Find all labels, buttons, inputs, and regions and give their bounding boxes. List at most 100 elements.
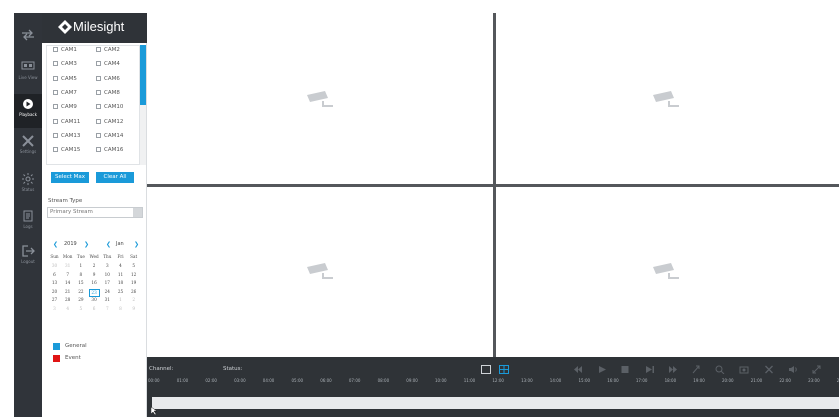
nav-settings[interactable]: Settings — [14, 131, 42, 165]
zoom-icon[interactable] — [715, 365, 725, 374]
calendar-day[interactable]: 17 — [102, 280, 113, 285]
calendar-day[interactable]: 21 — [62, 289, 73, 294]
camera-checkbox-item[interactable]: CAM14 — [96, 132, 123, 143]
camera-checkbox-item[interactable]: CAM3 — [53, 61, 77, 71]
fast-forward-icon[interactable] — [668, 365, 678, 374]
checkbox[interactable] — [96, 89, 101, 95]
camera-checkbox-item[interactable]: CAM1 — [53, 47, 77, 57]
calendar-day[interactable]: 12 — [128, 272, 139, 277]
volume-icon[interactable] — [788, 365, 798, 374]
calendar-day[interactable]: 3 — [49, 306, 60, 311]
close-icon[interactable] — [764, 365, 774, 374]
single-layout-icon[interactable] — [481, 365, 491, 374]
fullscreen-icon[interactable] — [812, 365, 822, 374]
nav-logout[interactable]: Logout — [14, 241, 42, 275]
calendar-day[interactable]: 26 — [128, 289, 139, 294]
checkbox[interactable] — [53, 118, 58, 124]
calendar-day[interactable]: 31 — [62, 263, 73, 268]
calendar-day[interactable]: 3 — [102, 263, 113, 268]
camera-checkbox-item[interactable]: CAM12 — [96, 118, 123, 129]
calendar-day[interactable]: 7 — [62, 272, 73, 277]
video-window[interactable] — [496, 187, 839, 357]
camera-checkbox-item[interactable]: CAM13 — [53, 132, 80, 143]
calendar-day[interactable]: 22 — [75, 289, 86, 294]
prev-month-button[interactable]: ❮ — [106, 241, 111, 248]
camera-checkbox-item[interactable]: CAM7 — [53, 89, 77, 100]
video-window[interactable] — [147, 13, 493, 184]
calendar-day[interactable]: 23 — [88, 288, 100, 297]
checkbox[interactable] — [96, 132, 101, 138]
calendar-day[interactable]: 27 — [49, 297, 60, 302]
scrollbar-thumb[interactable] — [140, 45, 146, 105]
camera-checkbox-item[interactable]: CAM5 — [53, 75, 77, 86]
checkbox[interactable] — [96, 61, 101, 67]
nav-live-view[interactable]: Live View — [14, 57, 42, 91]
calendar-day[interactable]: 6 — [89, 306, 100, 311]
checkbox[interactable] — [96, 118, 101, 124]
camera-checkbox-item[interactable]: CAM4 — [96, 61, 120, 71]
switch-layout-button[interactable] — [14, 25, 42, 59]
next-year-button[interactable]: ❯ — [84, 241, 89, 248]
nav-logs[interactable]: Logs — [14, 206, 42, 240]
calendar-day[interactable]: 2 — [89, 263, 100, 268]
calendar-day[interactable]: 1 — [75, 263, 86, 268]
calendar-day[interactable]: 9 — [128, 306, 139, 311]
calendar-day[interactable]: 13 — [49, 280, 60, 285]
calendar-day[interactable]: 11 — [115, 272, 126, 277]
checkbox[interactable] — [53, 47, 58, 52]
checkbox[interactable] — [53, 104, 58, 110]
calendar-day[interactable]: 18 — [115, 280, 126, 285]
calendar-day[interactable]: 10 — [102, 272, 113, 277]
calendar-day[interactable]: 1 — [115, 297, 126, 302]
nav-status[interactable]: Status — [14, 169, 42, 203]
rewind-icon[interactable] — [573, 365, 583, 374]
calendar-day[interactable]: 5 — [75, 306, 86, 311]
camera-checkbox-item[interactable]: CAM16 — [96, 147, 123, 157]
timeline-track[interactable] — [152, 397, 839, 409]
video-window[interactable] — [496, 13, 839, 184]
camera-checkbox-item[interactable]: CAM9 — [53, 104, 77, 114]
checkbox[interactable] — [96, 147, 101, 153]
calendar-day[interactable]: 8 — [75, 272, 86, 277]
clip-icon[interactable] — [691, 365, 701, 374]
calendar-day[interactable]: 2 — [128, 297, 139, 302]
calendar-day[interactable]: 14 — [62, 280, 73, 285]
camera-checkbox-item[interactable]: CAM15 — [53, 147, 80, 157]
calendar-day[interactable]: 4 — [62, 306, 73, 311]
camera-checkbox-item[interactable]: CAM10 — [96, 104, 123, 114]
camera-checkbox-item[interactable]: CAM8 — [96, 89, 120, 100]
calendar-day[interactable]: 15 — [75, 280, 86, 285]
calendar-day[interactable]: 28 — [62, 297, 73, 302]
calendar-day[interactable]: 7 — [102, 306, 113, 311]
next-month-button[interactable]: ❯ — [134, 241, 139, 248]
prev-year-button[interactable]: ❮ — [53, 241, 58, 248]
calendar-day[interactable]: 30 — [89, 297, 100, 302]
checkbox[interactable] — [53, 75, 58, 81]
calendar-day[interactable]: 24 — [102, 289, 113, 294]
calendar-day[interactable]: 19 — [128, 280, 139, 285]
calendar-day[interactable]: 30 — [49, 263, 60, 268]
step-forward-icon[interactable] — [645, 365, 655, 374]
camera-checkbox-item[interactable]: CAM6 — [96, 75, 120, 86]
checkbox[interactable] — [96, 47, 101, 52]
calendar-day[interactable]: 9 — [89, 272, 100, 277]
stop-icon[interactable] — [620, 365, 630, 374]
calendar-day[interactable]: 6 — [49, 272, 60, 277]
calendar-day[interactable]: 5 — [128, 263, 139, 268]
clear-all-button[interactable]: Clear All — [96, 172, 134, 183]
camera-list-scrollbar[interactable] — [140, 45, 146, 165]
calendar-day[interactable]: 29 — [75, 297, 86, 302]
calendar-day[interactable]: 20 — [49, 289, 60, 294]
checkbox[interactable] — [53, 147, 58, 153]
checkbox[interactable] — [53, 132, 58, 138]
quad-layout-icon[interactable] — [499, 365, 509, 374]
camera-checkbox-item[interactable]: CAM11 — [53, 118, 80, 129]
checkbox[interactable] — [96, 75, 101, 81]
calendar-day[interactable]: 4 — [115, 263, 126, 268]
calendar-day[interactable]: 8 — [115, 306, 126, 311]
calendar-day[interactable]: 31 — [102, 297, 113, 302]
play-icon[interactable] — [597, 365, 607, 374]
snapshot-icon[interactable] — [739, 365, 749, 374]
stream-type-select[interactable]: Primary Stream — [47, 207, 143, 218]
calendar-day[interactable]: 25 — [115, 289, 126, 294]
